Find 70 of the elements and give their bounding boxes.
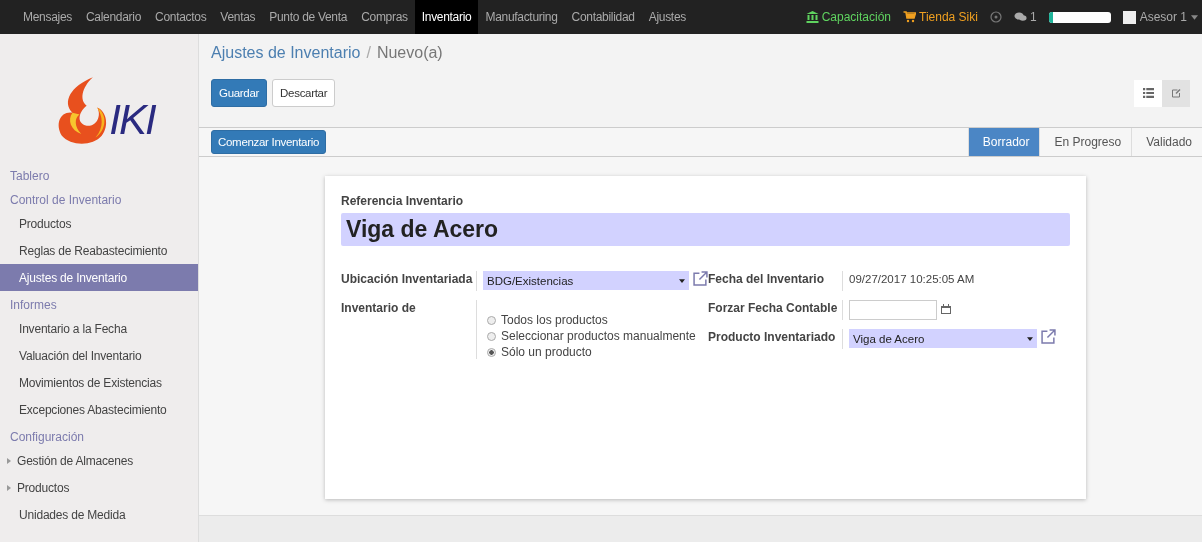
field-label: Ubicación Inventariada [341, 271, 474, 288]
radio-option[interactable]: Seleccionar productos manualmente [487, 329, 696, 343]
field-label: Referencia Inventario [341, 194, 465, 208]
list-icon [1142, 88, 1154, 98]
start-inventory-button[interactable]: Comenzar Inventario [211, 130, 327, 154]
menu-item[interactable]: Contabilidad [564, 0, 642, 34]
product-select[interactable]: Viga de Acero [849, 329, 1037, 348]
section-title[interactable]: Tablero [0, 166, 198, 186]
status-stage[interactable]: Borrador [967, 128, 1040, 156]
external-link-icon[interactable] [1041, 329, 1056, 344]
menu-item[interactable]: Ventas [213, 0, 263, 34]
edit-icon [1170, 88, 1182, 98]
radio-option[interactable]: Todos los productos [487, 313, 608, 327]
sidebar-item[interactable]: Movimientos de Existencias [0, 369, 198, 396]
discard-button[interactable]: Descartar [272, 79, 336, 107]
cart-icon [903, 11, 917, 23]
breadcrumb-link[interactable]: Ajustes de Inventario [211, 44, 361, 62]
menu-item[interactable]: Contactos [148, 0, 214, 34]
sidebar-item[interactable]: Ajustes de Inventario [0, 264, 198, 291]
menu-item[interactable]: Mensajes [16, 0, 79, 34]
bank-icon [805, 11, 819, 23]
caret-icon [1191, 14, 1198, 20]
chat-button[interactable]: 1 [1013, 10, 1037, 24]
sidebar-item[interactable]: Excepciones Abastecimiento [0, 396, 198, 423]
breadcrumb-separator: / [366, 44, 371, 62]
dropdown-icon [1027, 336, 1033, 341]
help-icon[interactable] [989, 11, 1002, 23]
external-link-icon[interactable] [693, 271, 708, 286]
calendar-icon[interactable] [941, 304, 951, 314]
field-label: Producto Inventariado [708, 329, 837, 346]
date-value: 09/27/2017 10:25:05 AM [849, 272, 975, 285]
section-title[interactable]: Informes [0, 295, 198, 315]
shop-link[interactable]: Tienda Siki [903, 10, 978, 24]
expand-icon [7, 457, 11, 464]
progress-bar [1048, 11, 1111, 23]
expand-icon [7, 484, 11, 491]
menu-item[interactable]: Ajustes [641, 0, 693, 34]
menu-item[interactable]: Punto de Venta [262, 0, 355, 34]
location-select[interactable]: BDG/Existencias [483, 271, 689, 290]
field-label: Fecha del Inventario [708, 271, 826, 288]
sidebar-item[interactable]: Gestión de Almacenes [0, 447, 198, 474]
menu-item[interactable]: Compras [354, 0, 415, 34]
menu-item[interactable]: Calendario [78, 0, 148, 34]
avatar-icon [1122, 10, 1136, 24]
status-stage[interactable]: En Progreso [1039, 128, 1132, 156]
date-input[interactable] [849, 300, 937, 320]
sidebar-item[interactable]: Unidades de Medida [0, 501, 198, 528]
sidebar-item[interactable]: Reglas de Reabastecimiento [0, 237, 198, 264]
field-label: Inventario de [341, 300, 417, 317]
menu-item[interactable]: Manufacturing [478, 0, 565, 34]
logo-text: IKI [109, 96, 155, 144]
dropdown-icon [679, 278, 685, 283]
sidebar-item[interactable]: Productos [0, 210, 198, 237]
menu-item[interactable]: Inventario [414, 0, 479, 34]
form-view-button[interactable] [1162, 79, 1190, 107]
save-button[interactable]: Guardar [211, 79, 268, 107]
sidebar-item[interactable]: Inventario a la Fecha [0, 315, 198, 342]
user-menu[interactable]: Asesor 1 [1122, 10, 1198, 24]
radio-option[interactable]: Sólo un producto [487, 345, 592, 359]
sidebar-item[interactable]: Valuación del Inventario [0, 342, 198, 369]
field-label: Forzar Fecha Contable [708, 300, 839, 317]
training-link[interactable]: Capacitación [805, 10, 892, 24]
name-field[interactable]: Viga de Acero [341, 213, 1070, 246]
breadcrumb-current: Nuevo(a) [376, 44, 443, 62]
sidebar-item[interactable]: Productos [0, 474, 198, 501]
section-title[interactable]: Configuración [0, 427, 198, 447]
list-view-button[interactable] [1134, 79, 1162, 107]
chat-icon [1013, 11, 1027, 23]
status-stage[interactable]: Validado [1131, 128, 1202, 156]
section-title[interactable]: Control de Inventario [0, 190, 198, 210]
